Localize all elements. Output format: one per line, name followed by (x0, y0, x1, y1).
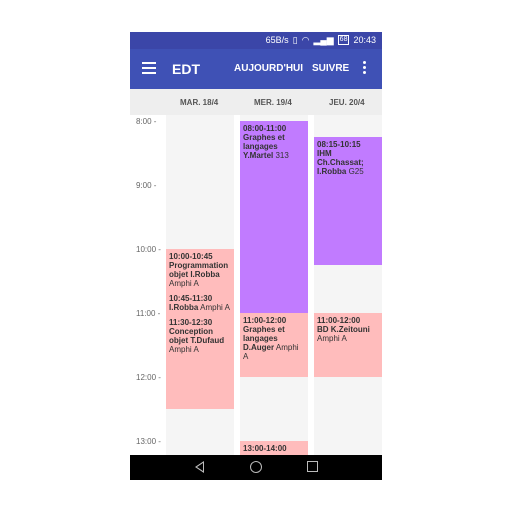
vibrate-icon: ▯ (292, 34, 298, 45)
overflow-menu-icon[interactable] (363, 61, 367, 77)
hour-label: 9:00 - (136, 181, 157, 190)
network-speed: 65B/s (265, 35, 289, 45)
event-card-wed-2[interactable]: 11:00-12:00 Graphes et langages D.Auger … (240, 313, 308, 377)
event-title: Conception objet T.Dufaud (169, 327, 225, 345)
next-button[interactable]: SUIVRE (312, 63, 349, 74)
event-card-thu-1[interactable]: 08:15-10:15 IHM Ch.Chassat; I.Robba G25 (314, 137, 382, 265)
battery-icon: 68 (337, 35, 350, 45)
event-title: I.Robba (169, 303, 199, 312)
event-card-tue[interactable]: 10:00-10:45 Programmation objet I.Robba … (166, 249, 234, 409)
hour-label: 8:00 - (136, 117, 157, 126)
event-room: Amphi A (169, 345, 199, 354)
event-card-wed-3[interactable]: 13:00-14:00 (240, 441, 308, 455)
day-header-tue: MAR. 18/4 (180, 98, 219, 107)
event-time: 10:45-11:30 (169, 294, 213, 303)
recent-apps-square-icon[interactable] (307, 461, 318, 472)
event-room: Amphi A (200, 303, 230, 312)
event-room: G25 (348, 167, 364, 176)
event-title: BD K.Zeitouni (317, 325, 370, 334)
system-nav-bar (130, 455, 382, 480)
event-time: 08:00-11:00 (243, 124, 287, 133)
event-room: Amphi A (317, 334, 347, 343)
hour-label: 10:00 - (136, 245, 161, 254)
event-title: Programmation objet I.Robba (169, 261, 229, 279)
status-bar: 65B/s ▯ ◠ ▂▄▆ 68 20:43 (130, 32, 382, 49)
hour-label: 11:00 - (136, 309, 161, 318)
event-time: 11:30-12:30 (169, 318, 213, 327)
hour-label: 12:00 - (136, 373, 161, 382)
signal-icon: ▂▄▆ (313, 34, 334, 45)
back-triangle-icon[interactable] (195, 461, 204, 473)
schedule-grid[interactable]: 8:00 - 9:00 - 10:00 - 11:00 - 12:00 - 13… (130, 115, 382, 455)
day-header-wed: MER. 19/4 (254, 98, 292, 107)
day-header: MAR. 18/4 MER. 19/4 JEU. 20/4 (130, 89, 382, 116)
event-card-thu-2[interactable]: 11:00-12:00 BD K.Zeitouni Amphi A (314, 313, 382, 377)
event-room: Amphi A (169, 279, 199, 288)
clock: 20:43 (353, 35, 376, 45)
event-time: 11:00-12:00 (317, 316, 361, 325)
event-room: 313 (275, 151, 289, 160)
app-title: EDT (172, 61, 200, 77)
event-time: 08:15-10:15 (317, 140, 361, 149)
event-time: 13:00-14:00 (243, 444, 287, 453)
event-time: 10:00-10:45 (169, 252, 213, 261)
event-card-wed-1[interactable]: 08:00-11:00 Graphes et langages Y.Martel… (240, 121, 308, 313)
hamburger-menu-icon[interactable] (142, 62, 156, 74)
app-bar: EDT AUJOURD'HUI SUIVRE (130, 49, 382, 89)
home-circle-icon[interactable] (250, 461, 262, 473)
phone-screen: 65B/s ▯ ◠ ▂▄▆ 68 20:43 EDT AUJOURD'HUI S… (130, 32, 382, 480)
wifi-icon: ◠ (301, 34, 310, 45)
day-header-thu: JEU. 20/4 (329, 98, 365, 107)
hour-label: 13:00 - (136, 437, 161, 446)
today-button[interactable]: AUJOURD'HUI (234, 63, 303, 74)
event-time: 11:00-12:00 (243, 316, 287, 325)
